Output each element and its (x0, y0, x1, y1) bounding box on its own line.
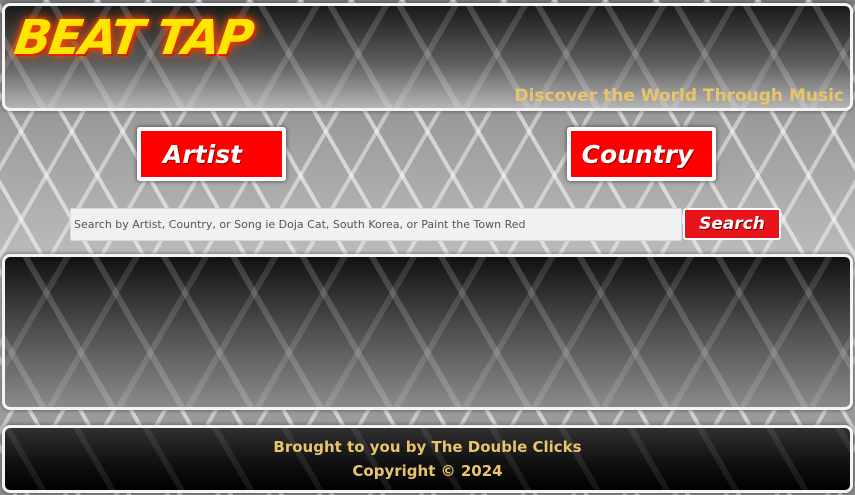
site-footer: Brought to you by The Double Clicks Copy… (2, 425, 853, 493)
search-input[interactable] (70, 208, 682, 241)
country-button[interactable]: Country (567, 127, 716, 181)
tagline: Discover the World Through Music (514, 86, 844, 106)
site-header: BEAT TAP Discover the World Through Musi… (2, 3, 853, 111)
footer-credit: Brought to you by The Double Clicks (273, 438, 582, 456)
site-logo: BEAT TAP (11, 10, 256, 66)
search-button[interactable]: Search (683, 208, 781, 240)
footer-copyright: Copyright © 2024 (352, 462, 503, 480)
artist-button[interactable]: Artist (137, 127, 286, 181)
results-panel (2, 254, 853, 410)
